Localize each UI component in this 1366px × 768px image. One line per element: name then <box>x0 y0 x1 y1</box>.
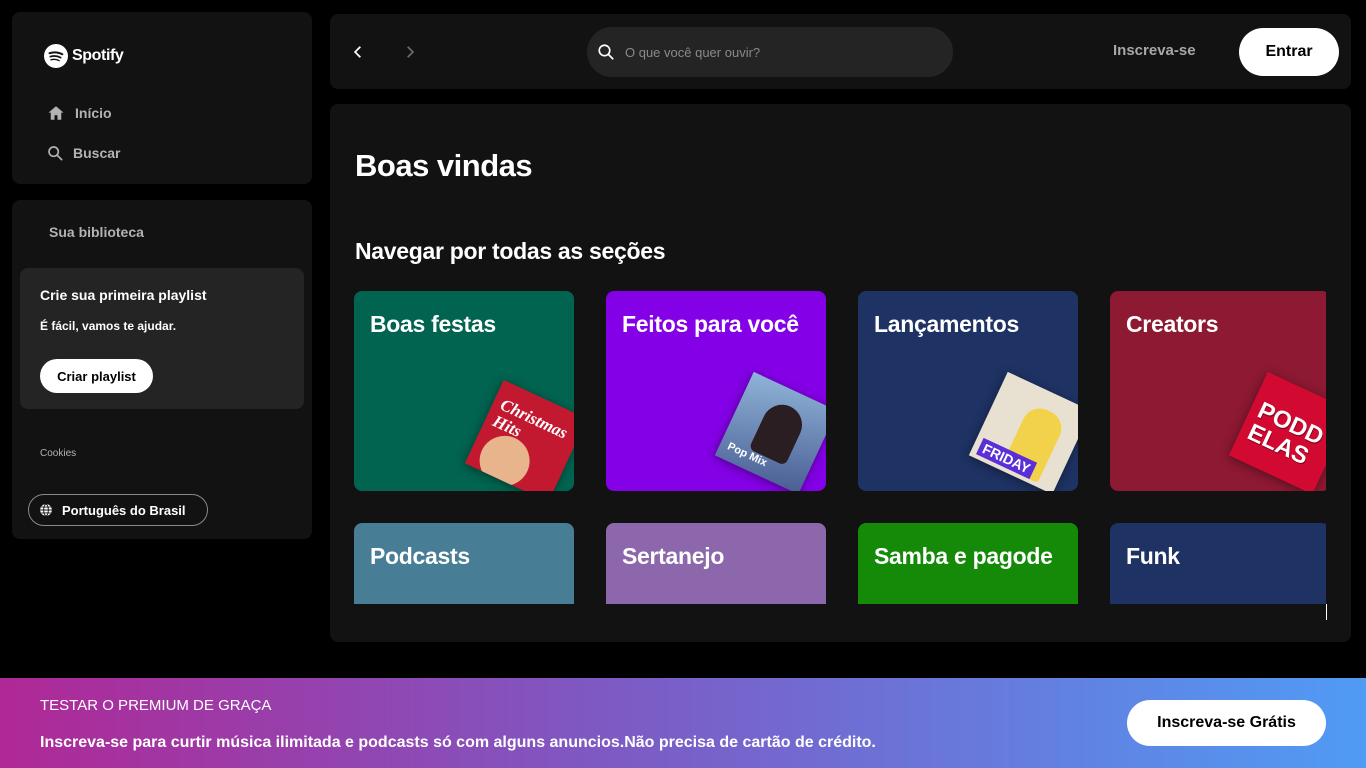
category-card-lancamentos[interactable]: Lançamentos FRIDAY <box>858 291 1078 491</box>
nav-home-label: Início <box>75 105 112 121</box>
category-card-sertanejo[interactable]: Sertanejo <box>606 523 826 604</box>
category-label: Boas festas <box>370 311 496 337</box>
scrollbar-indicator[interactable] <box>1326 604 1327 620</box>
category-label: Podcasts <box>370 543 470 569</box>
signup-link[interactable]: Inscreva-se <box>1113 42 1196 59</box>
spotify-logo[interactable]: Spotify <box>44 44 124 68</box>
language-label: Português do Brasil <box>62 502 186 518</box>
page-title: Boas vindas <box>355 148 533 183</box>
nav-item-search[interactable]: Buscar <box>47 145 120 161</box>
top-bar: Inscreva-se Entrar <box>330 14 1351 89</box>
library-panel: Sua biblioteca Crie sua primeira playlis… <box>12 200 312 539</box>
search-box[interactable] <box>587 27 953 77</box>
category-label: Samba e pagode <box>874 543 1053 569</box>
premium-banner-title: TESTAR O PREMIUM DE GRAÇA <box>40 697 272 714</box>
create-playlist-title: Crie sua primeira playlist <box>40 287 207 303</box>
category-label: Sertanejo <box>622 543 725 569</box>
category-cover-image: FRIDAY <box>968 371 1078 491</box>
library-title[interactable]: Sua biblioteca <box>49 224 144 240</box>
chevron-left-icon <box>353 46 361 58</box>
search-icon <box>598 44 614 60</box>
forward-button[interactable] <box>394 36 426 68</box>
chevron-right-icon <box>407 46 415 58</box>
home-icon <box>48 106 64 120</box>
create-playlist-button[interactable]: Criar playlist <box>40 359 153 393</box>
category-grid: Boas festas Christmas Hits Feitos para v… <box>354 291 1326 604</box>
nav-search-label: Buscar <box>73 145 121 161</box>
category-label: Feitos para você <box>622 311 799 337</box>
category-cover-image: Christmas Hits <box>464 379 574 491</box>
back-button[interactable] <box>342 36 374 68</box>
cookies-link[interactable]: Cookies <box>40 448 76 459</box>
create-playlist-subtitle: É fácil, vamos te ajudar. <box>40 319 177 333</box>
nav-panel: Spotify Início Buscar <box>12 12 312 184</box>
category-card-funk[interactable]: Funk <box>1110 523 1326 604</box>
login-button[interactable]: Entrar <box>1239 28 1339 76</box>
spotify-logo-text: Spotify <box>72 47 124 64</box>
category-card-creators[interactable]: Creators PODDELAS <box>1110 291 1326 491</box>
premium-banner[interactable]: TESTAR O PREMIUM DE GRAÇA Inscreva-se pa… <box>0 678 1366 768</box>
search-icon <box>48 146 63 161</box>
search-input[interactable] <box>625 44 925 60</box>
create-playlist-card: Crie sua primeira playlist É fácil, vamo… <box>20 268 304 409</box>
category-card-samba-e-pagode[interactable]: Samba e pagode <box>858 523 1078 604</box>
category-label: Lançamentos <box>874 311 1019 337</box>
main-content: Boas vindas Navegar por todas as seções … <box>330 104 1351 642</box>
signup-free-button[interactable]: Inscreva-se Grátis <box>1127 700 1326 746</box>
cover-title: PODDELAS <box>1243 397 1326 471</box>
category-cover-image: PODDELAS <box>1228 371 1326 491</box>
premium-banner-subtitle: Inscreva-se para curtir música ilimitada… <box>40 734 876 751</box>
spotify-logo-icon <box>44 44 68 68</box>
section-title: Navegar por todas as seções <box>355 238 666 264</box>
category-label: Creators <box>1126 311 1219 337</box>
language-button[interactable]: Português do Brasil <box>28 494 208 526</box>
category-card-podcasts[interactable]: Podcasts <box>354 523 574 604</box>
globe-icon <box>40 503 52 517</box>
category-card-boas-festas[interactable]: Boas festas Christmas Hits <box>354 291 574 491</box>
category-label: Funk <box>1126 543 1180 569</box>
category-cover-image: Pop Mix <box>714 371 826 491</box>
nav-item-home[interactable]: Início <box>47 104 112 122</box>
category-card-feitos-para-voce[interactable]: Feitos para você Pop Mix <box>606 291 826 491</box>
